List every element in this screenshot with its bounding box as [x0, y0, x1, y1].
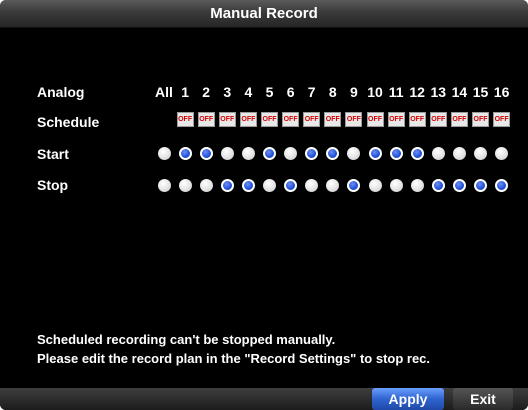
channel-header-10: 10 [367, 84, 383, 100]
schedule-badge-ch4: OFF [239, 112, 257, 127]
channel-header-7: 7 [307, 84, 316, 100]
note-line-1: Scheduled recording can't be stopped man… [37, 332, 336, 347]
channel-header-3: 3 [223, 84, 232, 100]
stop-ch13-radio[interactable] [431, 179, 445, 192]
channel-header-15: 15 [472, 84, 489, 100]
start-ch6-radio[interactable] [284, 147, 298, 160]
start-ch5-radio[interactable] [263, 147, 276, 160]
stop-ch15-radio[interactable] [474, 179, 487, 192]
start-label: Start [37, 146, 69, 162]
schedule-badge-ch1: OFF [176, 112, 194, 127]
start-all-radio[interactable] [157, 147, 171, 160]
stop-ch16-radio[interactable] [495, 179, 509, 192]
start-ch13-radio[interactable] [431, 147, 445, 160]
channel-header-1: 1 [181, 84, 189, 100]
channel-header-12: 12 [409, 84, 425, 100]
channel-header-6: 6 [286, 84, 295, 100]
channel-header-8: 8 [328, 84, 337, 100]
stop-ch9-radio[interactable] [347, 179, 361, 192]
channel-header-2: 2 [202, 84, 211, 100]
stop-label: Stop [37, 177, 69, 193]
channel-header-9: 9 [349, 84, 358, 100]
schedule-badge-ch14: OFF [450, 112, 468, 127]
exit-button[interactable]: Exit [453, 388, 513, 410]
bottom-bar [0, 388, 528, 410]
stop-ch4-radio[interactable] [241, 179, 255, 192]
stop-ch5-radio[interactable] [263, 179, 276, 192]
start-ch4-radio[interactable] [241, 147, 255, 160]
channel-all-header: All [155, 84, 173, 100]
title-bar: Manual Record [0, 0, 528, 28]
start-ch15-radio[interactable] [474, 147, 487, 160]
channel-header-13: 13 [430, 84, 447, 100]
analog-label: Analog [37, 84, 85, 100]
dialog-title: Manual Record [210, 5, 318, 22]
stop-ch11-radio[interactable] [389, 179, 403, 192]
schedule-label: Schedule [37, 114, 100, 130]
schedule-badge-ch11: OFF [387, 112, 405, 127]
start-ch10-radio[interactable] [368, 147, 382, 160]
apply-button[interactable]: Apply [372, 388, 444, 410]
stop-ch6-radio[interactable] [284, 179, 298, 192]
schedule-badge-ch16: OFF [493, 112, 511, 127]
stop-ch10-radio[interactable] [368, 179, 382, 192]
schedule-badge-ch13: OFF [429, 112, 447, 127]
schedule-badge-ch8: OFF [324, 112, 342, 127]
schedule-badge-ch7: OFF [303, 112, 321, 127]
schedule-badge-ch2: OFF [197, 112, 215, 127]
start-ch9-radio[interactable] [347, 147, 361, 160]
schedule-badge-ch5: OFF [261, 112, 278, 127]
stop-ch3-radio[interactable] [220, 179, 234, 192]
start-ch11-radio[interactable] [389, 147, 403, 160]
schedule-badge-ch9: OFF [345, 112, 363, 127]
note-line-2: Please edit the record plan in the "Reco… [37, 351, 431, 366]
channel-header-14: 14 [451, 84, 468, 100]
start-ch3-radio[interactable] [220, 147, 234, 160]
start-ch14-radio[interactable] [452, 147, 466, 160]
schedule-badge-ch10: OFF [366, 112, 384, 127]
schedule-badge-ch15: OFF [472, 112, 489, 127]
start-ch12-radio[interactable] [410, 147, 424, 160]
start-ch7-radio[interactable] [305, 147, 319, 160]
stop-ch2-radio[interactable] [199, 179, 213, 192]
stop-all-radio[interactable] [157, 179, 171, 192]
stop-ch7-radio[interactable] [305, 179, 319, 192]
stop-ch8-radio[interactable] [326, 179, 340, 192]
stop-ch1-radio[interactable] [178, 179, 192, 192]
channel-header-16: 16 [493, 84, 510, 100]
schedule-badge-ch3: OFF [218, 112, 236, 127]
schedule-badge-ch12: OFF [408, 112, 426, 127]
start-ch16-radio[interactable] [495, 147, 509, 160]
channel-header-5: 5 [265, 84, 274, 100]
start-ch2-radio[interactable] [199, 147, 213, 160]
start-ch1-radio[interactable] [178, 147, 192, 160]
channel-header-4: 4 [244, 84, 253, 100]
channel-header-11: 11 [388, 84, 404, 100]
stop-ch12-radio[interactable] [410, 179, 424, 192]
manual-record-dialog: Manual Record Analog Schedule Start Stop… [0, 0, 528, 410]
schedule-badge-ch6: OFF [282, 112, 300, 127]
start-ch8-radio[interactable] [326, 147, 340, 160]
stop-ch14-radio[interactable] [452, 179, 466, 192]
